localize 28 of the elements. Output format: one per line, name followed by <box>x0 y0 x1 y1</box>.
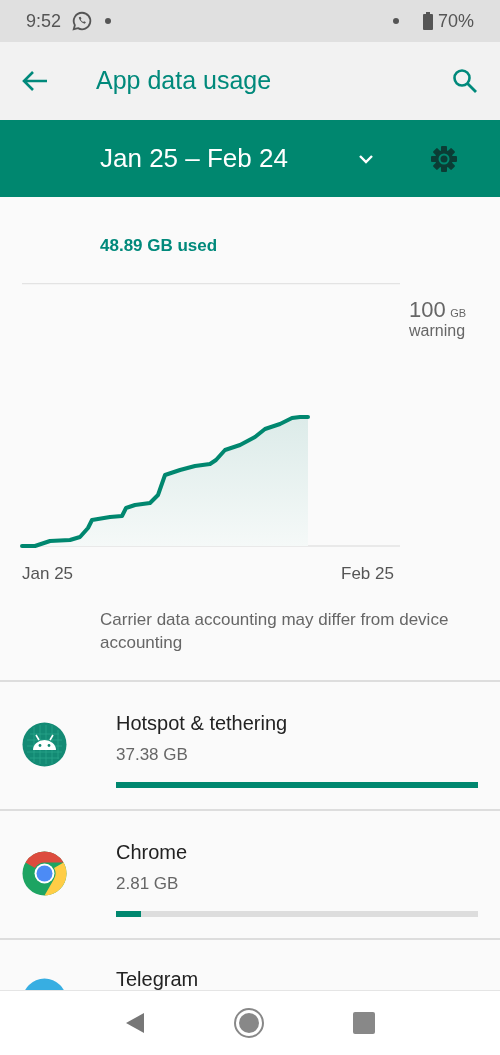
usage-total: 48.89 GB used <box>100 236 218 255</box>
notification-dot-icon <box>392 18 399 24</box>
app-name[interactable]: Telegram <box>116 964 478 990</box>
battery-level: 70% <box>437 9 474 33</box>
battery-icon <box>422 12 433 30</box>
back-triangle-icon[interactable] <box>125 1012 145 1034</box>
dropdown-caret-icon[interactable] <box>358 153 374 164</box>
axis-label: Jan 25 <box>22 563 74 585</box>
android-robot-icon <box>22 722 67 767</box>
chat-icon <box>71 10 94 32</box>
warning-label: warning <box>409 322 467 341</box>
settings-icon[interactable] <box>430 144 458 173</box>
warning-value: 100 <box>409 297 446 322</box>
date-range[interactable]: Jan 25 – Feb 24 <box>100 139 288 178</box>
notification-dot-icon <box>105 18 112 24</box>
app-usage: 2.81 GB <box>116 873 180 895</box>
screen-title: App data usage <box>96 65 272 97</box>
search-icon[interactable] <box>452 68 478 94</box>
axis-label: Feb 25 <box>341 563 394 585</box>
home-button-icon[interactable] <box>233 1007 265 1039</box>
app-usage: 37.38 GB <box>116 744 189 766</box>
warning-unit: GB <box>450 307 467 319</box>
app-name[interactable]: Chrome <box>116 837 478 867</box>
back-arrow-icon[interactable] <box>22 70 48 92</box>
disclaimer-text: Carrier data accounting may differ from device accounting <box>100 609 450 654</box>
app-name[interactable]: Hotspot & tethering <box>116 708 478 738</box>
chrome-browser-icon <box>22 851 67 896</box>
status-time: 9:52 <box>26 9 62 33</box>
